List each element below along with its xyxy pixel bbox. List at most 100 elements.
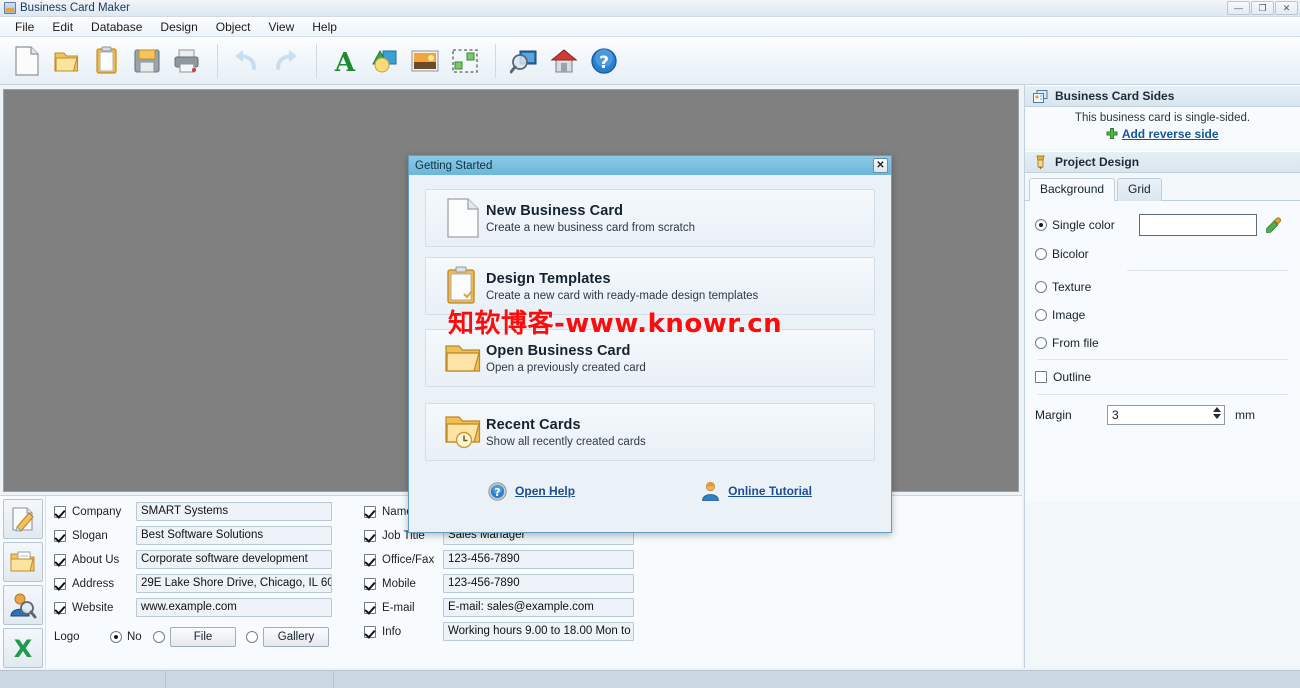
- add-reverse-side-link[interactable]: Add reverse side: [1122, 127, 1219, 141]
- select-all-button[interactable]: [446, 41, 484, 81]
- tab-background[interactable]: Background: [1029, 178, 1116, 201]
- plus-green-icon: [1107, 128, 1118, 139]
- open-help-link-wrap[interactable]: ? Open Help: [488, 481, 575, 501]
- menu-item-view[interactable]: View: [259, 18, 303, 36]
- logo-label: Logo: [54, 630, 80, 643]
- minimize-button[interactable]: —: [1227, 1, 1250, 15]
- restore-button[interactable]: ❐: [1251, 1, 1274, 15]
- new-document-button[interactable]: [8, 41, 46, 81]
- texture-radio[interactable]: [1035, 281, 1047, 293]
- menu-item-help[interactable]: Help: [303, 18, 346, 36]
- job-title-checkbox[interactable]: [364, 529, 376, 542]
- about-us-input[interactable]: Corporate software development: [136, 550, 332, 569]
- menu-item-file[interactable]: File: [6, 18, 43, 36]
- bg-option-from-file[interactable]: From file: [1035, 333, 1290, 353]
- help-button[interactable]: ?: [585, 41, 623, 81]
- logo-no-label: No: [127, 630, 142, 643]
- outline-row[interactable]: Outline: [1035, 366, 1290, 388]
- add-text-button[interactable]: A: [326, 41, 364, 81]
- margin-spinner-arrows[interactable]: [1213, 407, 1221, 419]
- logo-gallery-button[interactable]: Gallery: [263, 626, 329, 647]
- address-checkbox[interactable]: [54, 577, 66, 590]
- redo-arrow-icon: [276, 49, 297, 70]
- company-input[interactable]: SMART Systems: [136, 502, 332, 521]
- logo-file-button[interactable]: File: [170, 626, 236, 647]
- preview-button[interactable]: [505, 41, 543, 81]
- open-business-card-text: Open Business Card Open a previously cre…: [486, 343, 646, 374]
- single-color-radio[interactable]: [1035, 219, 1047, 231]
- online-tutorial-link[interactable]: Online Tutorial: [728, 484, 812, 498]
- logo-file-radio[interactable]: [153, 630, 165, 643]
- website-checkbox[interactable]: [54, 601, 66, 614]
- mobile-input[interactable]: 123-456-7890: [442, 574, 634, 593]
- close-button[interactable]: ✕: [1275, 1, 1298, 15]
- menu-item-design[interactable]: Design: [151, 18, 206, 36]
- name-checkbox[interactable]: [364, 505, 376, 518]
- company-checkbox[interactable]: [54, 505, 66, 518]
- open-folder-button[interactable]: [48, 41, 86, 81]
- slogan-checkbox[interactable]: [54, 529, 66, 542]
- spinner-up-icon[interactable]: [1213, 407, 1221, 412]
- find-contact-button[interactable]: [3, 585, 43, 625]
- print-button[interactable]: [168, 41, 206, 81]
- bg-option-texture[interactable]: Texture: [1035, 277, 1290, 297]
- option-new-business-card[interactable]: New Business Card Create a new business …: [425, 189, 875, 247]
- about-us-checkbox[interactable]: [54, 553, 66, 566]
- company-label: Company: [72, 505, 122, 518]
- open-folder-icon: [445, 345, 481, 372]
- from-file-radio[interactable]: [1035, 337, 1047, 349]
- office-fax-input[interactable]: 123-456-7890: [442, 550, 634, 569]
- edit-card-button[interactable]: [3, 499, 43, 539]
- add-image-button[interactable]: [406, 41, 444, 81]
- menu-item-edit[interactable]: Edit: [43, 18, 82, 36]
- option-recent-cards[interactable]: Recent Cards Show all recently created c…: [425, 403, 875, 461]
- open-database-button[interactable]: [3, 542, 43, 582]
- email-checkbox[interactable]: [364, 601, 376, 614]
- svg-text:X: X: [14, 635, 33, 662]
- margin-spinner[interactable]: 3: [1107, 405, 1225, 425]
- option-open-business-card[interactable]: Open Business Card Open a previously cre…: [425, 329, 875, 387]
- home-button[interactable]: [545, 41, 583, 81]
- mobile-checkbox[interactable]: [364, 577, 376, 590]
- email-input[interactable]: E-mail: sales@example.com: [442, 598, 634, 617]
- new-business-card-desc: Create a new business card from scratch: [486, 221, 696, 234]
- office-fax-checkbox[interactable]: [364, 553, 376, 566]
- status-cell-3: [334, 671, 1300, 688]
- menu-item-object[interactable]: Object: [207, 18, 260, 36]
- bg-option-image[interactable]: Image: [1035, 305, 1290, 325]
- info-input[interactable]: Working hours 9.00 to 18.00 Mon to Fri: [442, 622, 634, 641]
- logo-gallery-radio[interactable]: [246, 630, 258, 643]
- clipboard-button[interactable]: [88, 41, 126, 81]
- project-design-title: Project Design: [1055, 155, 1140, 169]
- tab-grid[interactable]: Grid: [1117, 178, 1162, 201]
- find-contact-icon: [10, 593, 37, 619]
- outline-checkbox[interactable]: [1035, 371, 1047, 383]
- address-input[interactable]: 29E Lake Shore Drive, Chicago, IL 60657: [136, 574, 332, 593]
- option-design-templates[interactable]: Design Templates Create a new card with …: [425, 257, 875, 315]
- design-templates-title: Design Templates: [486, 270, 611, 287]
- info-checkbox[interactable]: [364, 625, 376, 638]
- open-help-link[interactable]: Open Help: [515, 484, 575, 498]
- add-shape-button[interactable]: [366, 41, 404, 81]
- bicolor-separator: [1127, 270, 1288, 271]
- bg-option-single-color[interactable]: Single color: [1035, 213, 1290, 237]
- online-tutorial-link-wrap[interactable]: Online Tutorial: [701, 481, 812, 501]
- spinner-down-icon[interactable]: [1213, 414, 1221, 419]
- redo-button[interactable]: [267, 41, 305, 81]
- single-color-swatch[interactable]: [1138, 214, 1257, 236]
- save-button[interactable]: [128, 41, 166, 81]
- excel-import-button[interactable]: X: [3, 628, 43, 668]
- image-radio[interactable]: [1035, 309, 1047, 321]
- slogan-input[interactable]: Best Software Solutions: [136, 526, 332, 545]
- project-design-tabs: Background Grid: [1025, 173, 1300, 201]
- bg-option-bicolor[interactable]: Bicolor: [1035, 244, 1290, 264]
- undo-button[interactable]: [227, 41, 265, 81]
- new-document-icon: [15, 45, 39, 76]
- bicolor-radio[interactable]: [1035, 248, 1047, 260]
- field-row-mobile: Mobile 123-456-7890: [364, 574, 634, 593]
- templates-clipboard-icon-wrap: [440, 266, 486, 306]
- website-input[interactable]: www.example.com: [136, 598, 332, 617]
- logo-no-radio[interactable]: [110, 630, 122, 643]
- menu-item-database[interactable]: Database: [82, 18, 151, 36]
- dialog-close-button[interactable]: ✕: [873, 158, 888, 173]
